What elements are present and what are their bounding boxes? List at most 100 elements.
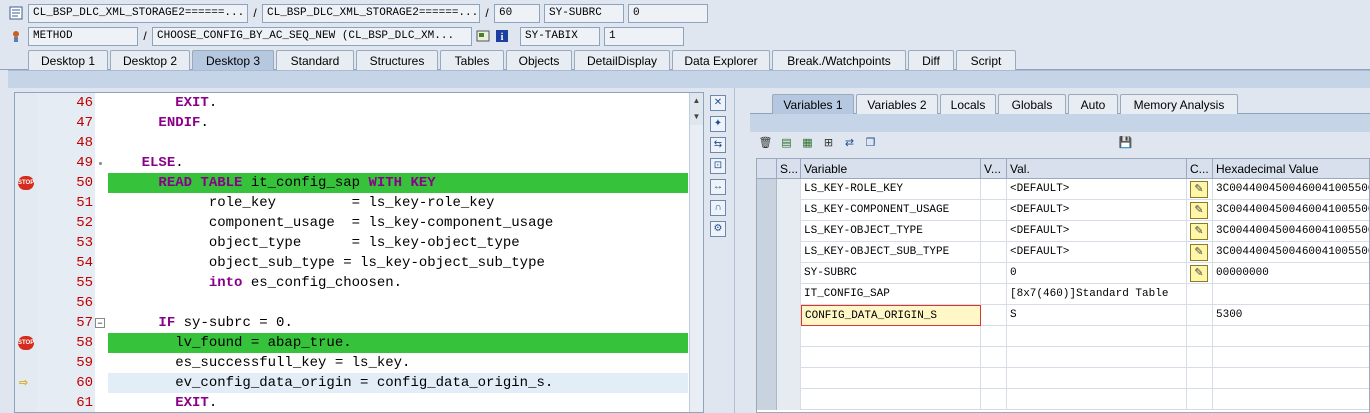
cell-variable[interactable]: LS_KEY-OBJECT_SUB_TYPE [801,242,981,263]
row-selector[interactable] [757,347,777,368]
event-field[interactable]: CHOOSE_CONFIG_BY_AC_SEQ_NEW (CL_BSP_DLC_… [152,26,472,46]
include-field[interactable]: CL_BSP_DLC_XML_STORAGE2======... [262,3,480,23]
code-line[interactable]: 58 lv_found = abap_true. STOP [15,333,703,353]
copy-icon[interactable]: ❐ [863,136,878,151]
code-line[interactable]: 47 ENDIF. [15,113,703,133]
maximize-tool-icon[interactable]: ⊡ [710,158,726,174]
table-row[interactable]: LS_KEY-OBJECT_SUB_TYPE <DEFAULT> 3C0044004… [757,242,1369,263]
tab-auto[interactable]: Auto [1068,94,1118,114]
code-text[interactable]: ENDIF. [108,113,688,133]
cell-value[interactable]: 0 [1007,263,1187,284]
settings-icon[interactable]: ⚙ [710,221,726,237]
row-selector[interactable] [757,326,777,347]
cell-value[interactable]: <DEFAULT> [1007,200,1187,221]
table-row[interactable]: LS_KEY-ROLE_KEY <DEFAULT> 3C00440045004600… [757,179,1369,200]
save-icon[interactable]: 💾 [1118,136,1133,151]
table-row[interactable]: SY-SUBRC 0 00000000 ✎ [757,263,1369,284]
cell-value[interactable]: <DEFAULT> [1007,242,1187,263]
code-text[interactable]: ev_config_data_origin = config_data_orig… [108,373,688,393]
tab-memory-analysis[interactable]: Memory Analysis [1120,94,1238,114]
fold-toggle-icon[interactable]: − [95,318,105,328]
cell-variable[interactable]: CONFIG_DATA_ORIGIN_S [801,305,981,326]
tab-objects[interactable]: Objects [506,50,572,70]
code-line[interactable]: 57 IF sy-subrc = 0. − [15,313,703,333]
swap-tool-icon[interactable]: ⇆ [710,137,726,153]
header-v[interactable]: V... [981,159,1007,179]
panel-splitter[interactable] [734,88,746,413]
code-line[interactable]: 59 es_successfull_key = ls_key. [15,353,703,373]
source-code-editor[interactable]: ▲ ▼ 46 EXIT. 47 ENDIF. 48 49 ELSE. 50 READ T… [14,92,704,413]
row-selector[interactable] [757,242,777,263]
row-selector[interactable] [757,221,777,242]
cell-variable[interactable] [801,368,981,389]
code-text[interactable]: ELSE. [108,153,688,173]
tab-diff[interactable]: Diff [908,50,954,70]
services-icon[interactable]: ∩ [710,200,726,216]
tab-desktop-1[interactable]: Desktop 1 [28,50,108,70]
code-line[interactable]: 51 role_key = ls_key-role_key [15,193,703,213]
code-text[interactable]: role_key = ls_key-role_key [108,193,688,213]
table-row[interactable]: LS_KEY-OBJECT_TYPE <DEFAULT> 3C00440045004… [757,221,1369,242]
insert-row-icon[interactable]: ▤ [779,136,794,151]
code-line[interactable]: 53 object_type = ls_key-object_type [15,233,703,253]
fit-width-icon[interactable]: ↔ [710,179,726,195]
variables-grid[interactable]: S... Variable V... Val. C... Hexadecimal… [756,158,1370,413]
display-source-icon[interactable] [475,28,491,44]
cell-variable[interactable]: LS_KEY-ROLE_KEY [801,179,981,200]
table-row[interactable]: IT_CONFIG_SAP [8x7(460)]Standard Table [757,284,1369,305]
code-line[interactable]: 60 ev_config_data_origin = config_data_o… [15,373,703,393]
delete-icon[interactable]: 🗑 [758,136,773,151]
row-selector[interactable] [757,284,777,305]
row-selector[interactable] [757,389,777,410]
cell-value[interactable]: S [1007,305,1187,326]
cell-value[interactable]: <DEFAULT> [1007,221,1187,242]
tab-structures[interactable]: Structures [356,50,438,70]
info-icon[interactable]: i [494,28,510,44]
tab-script[interactable]: Script [956,50,1016,70]
row-selector[interactable] [757,368,777,389]
line-field[interactable]: 60 [494,3,540,23]
code-text[interactable] [108,133,688,153]
tab-globals[interactable]: Globals [998,94,1066,114]
header-c[interactable]: C... [1187,159,1213,179]
cell-value[interactable]: <DEFAULT> [1007,179,1187,200]
cell-variable[interactable]: IT_CONFIG_SAP [801,284,981,305]
cell-value[interactable] [1007,326,1187,347]
tab-break-watchpoints[interactable]: Break./Watchpoints [772,50,906,70]
code-text[interactable]: READ TABLE it_config_sap WITH KEY [108,173,688,193]
table-row[interactable]: CONFIG_DATA_ORIGIN_S S 5300 [757,305,1369,326]
tab-tables[interactable]: Tables [440,50,504,70]
code-text[interactable] [108,293,688,313]
code-text[interactable]: EXIT. [108,93,688,113]
code-text[interactable]: component_usage = ls_key-component_usage [108,213,688,233]
code-line[interactable]: 55 into es_config_choosen. [15,273,703,293]
table-row[interactable] [757,368,1369,389]
cell-variable[interactable] [801,326,981,347]
tab-locals[interactable]: Locals [940,94,996,114]
table-row[interactable] [757,389,1369,410]
header-s[interactable]: S... [777,159,801,179]
code-text[interactable]: EXIT. [108,393,688,412]
row-selector[interactable] [757,200,777,221]
tab-desktop-2[interactable]: Desktop 2 [110,50,190,70]
header-val[interactable]: Val. [1007,159,1187,179]
tab-data-explorer[interactable]: Data Explorer [672,50,770,70]
header-variable[interactable]: Variable [801,159,981,179]
breakpoint-stop-icon[interactable]: STOP [18,336,34,350]
new-tool-icon[interactable]: ✦ [710,116,726,132]
append-row-icon[interactable]: ▦ [800,136,815,151]
edit-pencil-icon[interactable]: ✎ [1190,202,1208,219]
code-text[interactable]: object_type = ls_key-object_type [108,233,688,253]
tab-standard[interactable]: Standard [276,50,354,70]
cell-value[interactable] [1007,368,1187,389]
code-text[interactable]: object_sub_type = ls_key-object_sub_type [108,253,688,273]
cell-value[interactable] [1007,347,1187,368]
cell-variable[interactable] [801,347,981,368]
tab-variables-2[interactable]: Variables 2 [856,94,938,114]
cell-value[interactable]: [8x7(460)]Standard Table [1007,284,1187,305]
edit-pencil-icon[interactable]: ✎ [1190,265,1208,282]
edit-pencil-icon[interactable]: ✎ [1190,244,1208,261]
row-selector[interactable] [757,179,777,200]
program-field[interactable]: CL_BSP_DLC_XML_STORAGE2======... [28,3,248,23]
table-row[interactable]: LS_KEY-COMPONENT_USAGE <DEFAULT> 3C0044004… [757,200,1369,221]
